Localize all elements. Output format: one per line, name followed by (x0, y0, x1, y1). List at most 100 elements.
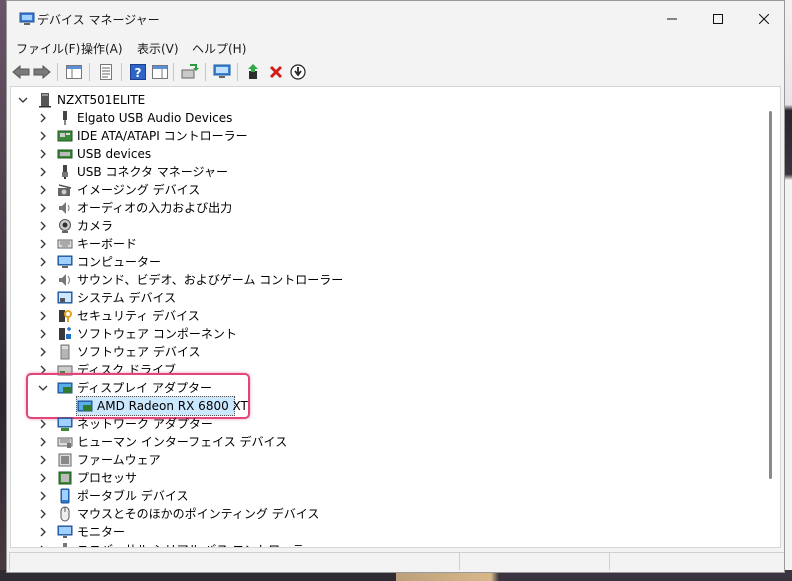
tree-expander[interactable] (37, 523, 49, 541)
maximize-button[interactable] (695, 1, 741, 37)
tree-category-item[interactable]: モニター (11, 523, 751, 541)
device-manager-window: デバイス マネージャー ファイル(F) 操作(A) 表示(V) ヘルプ(H) ?… (6, 0, 785, 573)
tree-category-item[interactable]: コンピューター (11, 253, 751, 271)
tree-expander[interactable] (37, 217, 49, 235)
toolbar-separator (57, 63, 58, 81)
tree-expander[interactable] (37, 451, 49, 469)
menu-bar: ファイル(F) 操作(A) 表示(V) ヘルプ(H) (7, 37, 784, 59)
tree-category-item[interactable]: オーディオの入力および出力 (11, 199, 751, 217)
tree-category-item[interactable]: ファームウェア (11, 451, 751, 469)
annotation-highlight-box (26, 373, 250, 419)
tree-expander[interactable] (37, 181, 49, 199)
computer-icon (57, 255, 73, 268)
show-hide-tree-button[interactable] (63, 61, 85, 83)
firmware-icon (58, 453, 72, 467)
uninstall-device-button[interactable] (265, 61, 287, 83)
chevron-right-icon (40, 527, 46, 537)
tree-category-item[interactable]: キーボード (11, 235, 751, 253)
toolbar-separator (173, 63, 174, 81)
storage-controller-icon (57, 130, 73, 142)
software-device-icon (60, 344, 70, 360)
tree-expander[interactable] (37, 109, 49, 127)
tree-expander[interactable] (37, 307, 49, 325)
hid-icon (57, 437, 73, 448)
toolbar: ? (7, 59, 784, 85)
tree-item-label: システム デバイス (77, 291, 177, 305)
tree-category-item[interactable]: ソフトウェア コンポーネント (11, 325, 751, 343)
chevron-right-icon (40, 257, 46, 267)
chevron-right-icon (40, 221, 46, 231)
help-button[interactable]: ? (127, 61, 149, 83)
tree-category-item[interactable]: ソフトウェア デバイス (11, 343, 751, 361)
scan-hardware-button[interactable] (211, 61, 233, 83)
tree-category-item[interactable]: サウンド、ビデオ、およびゲーム コントローラー (11, 271, 751, 289)
tree-category-item[interactable]: USB devices (11, 145, 751, 163)
forward-button[interactable] (31, 61, 53, 83)
tree-category-item[interactable]: セキュリティ デバイス (11, 307, 751, 325)
minimize-button[interactable] (649, 1, 695, 37)
tree-category-item[interactable]: Elgato USB Audio Devices (11, 109, 751, 127)
tree-expander[interactable] (37, 235, 49, 253)
disable-device-button[interactable] (287, 61, 309, 83)
menu-file[interactable]: ファイル(F) (16, 40, 80, 57)
tree-item-label: セキュリティ デバイス (77, 309, 200, 323)
tree-category-item[interactable]: IDE ATA/ATAPI コントローラー (11, 127, 751, 145)
speaker-icon (59, 202, 70, 214)
computer-root-icon (39, 93, 51, 108)
chevron-right-icon (40, 293, 46, 303)
tree-expander[interactable] (37, 505, 49, 523)
close-button[interactable] (741, 1, 784, 37)
menu-help[interactable]: ヘルプ(H) (192, 40, 246, 57)
tree-expander[interactable] (37, 415, 49, 433)
update-driver-button[interactable] (179, 61, 201, 83)
tree-category-item[interactable]: システム デバイス (11, 289, 751, 307)
tree-expander[interactable] (37, 289, 49, 307)
tree-expander[interactable] (37, 163, 49, 181)
menu-action[interactable]: 操作(A) (81, 40, 123, 57)
tree-root-item[interactable]: NZXT501ELITE (11, 91, 751, 109)
tree-expander[interactable] (37, 433, 49, 451)
security-key-icon (59, 310, 72, 322)
properties-button[interactable] (95, 61, 117, 83)
tree-category-item[interactable]: ネットワーク アダプター (11, 415, 751, 433)
tree-expander[interactable] (37, 541, 49, 547)
title-bar[interactable]: デバイス マネージャー (7, 1, 784, 37)
back-button[interactable] (10, 61, 32, 83)
scrollbar-thumb[interactable] (769, 111, 772, 479)
tree-expander[interactable] (37, 487, 49, 505)
chevron-right-icon (40, 419, 46, 429)
device-tree-pane[interactable]: NZXT501ELITE Elgato USB Audio Devices IDE … (10, 86, 781, 548)
tree-expander[interactable] (37, 469, 49, 487)
tree-category-item[interactable]: カメラ (11, 217, 751, 235)
tree-expander[interactable] (37, 343, 49, 361)
add-driver-button[interactable] (243, 61, 265, 83)
tree-category-item[interactable]: ヒューマン インターフェイス デバイス (11, 433, 751, 451)
update-driver-icon (181, 64, 199, 79)
tree-category-item[interactable]: イメージング デバイス (11, 181, 751, 199)
chevron-right-icon (40, 185, 46, 195)
tree-expander[interactable] (37, 199, 49, 217)
tree-expander[interactable] (37, 253, 49, 271)
tree-expander[interactable] (37, 325, 49, 343)
chevron-right-icon (40, 239, 46, 249)
tree-item-label: ヒューマン インターフェイス デバイス (77, 435, 288, 449)
tree-category-item[interactable]: ポータブル デバイス (11, 487, 751, 505)
action-pane-button[interactable] (149, 61, 171, 83)
window-title: デバイス マネージャー (37, 13, 160, 27)
tree-expander[interactable] (17, 91, 29, 109)
tree-expander[interactable] (37, 145, 49, 163)
chevron-right-icon (40, 311, 46, 321)
tree-category-item[interactable]: USB コネクタ マネージャー (11, 163, 751, 181)
audio-jack-icon (63, 111, 67, 125)
tree-expander[interactable] (37, 127, 49, 145)
vertical-scrollbar[interactable] (761, 87, 780, 547)
chevron-right-icon (40, 347, 46, 357)
tree-category-item[interactable]: マウスとそのほかのポインティング デバイス (11, 505, 751, 523)
properties-icon (100, 64, 112, 80)
tree-expander[interactable] (37, 271, 49, 289)
menu-view[interactable]: 表示(V) (137, 40, 179, 57)
chevron-right-icon (40, 491, 46, 501)
tree-category-item[interactable]: ユニバーサル シリアル バス コントローラー (11, 541, 751, 547)
tree-category-item[interactable]: プロセッサ (11, 469, 751, 487)
chevron-right-icon (40, 167, 46, 177)
